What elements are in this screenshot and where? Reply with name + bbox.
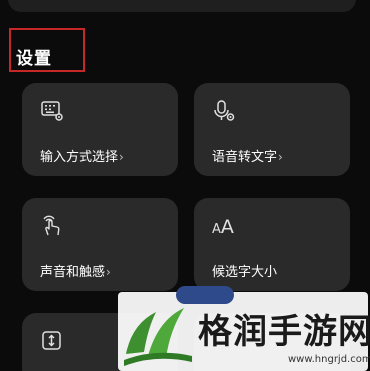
font-size-icon: AA [212,216,234,238]
tile-label: 声音和触感› [40,265,111,280]
watermark-logo-icon [124,308,192,366]
watermark-url: www.hngrjd.com [288,354,370,365]
touch-vibration-icon [43,215,60,236]
vertical-resize-icon [42,331,61,350]
tile-speech-to-text[interactable]: 语音转文字› [194,83,350,176]
tile-candidate-size[interactable]: AA 候选字大小 [194,198,350,291]
watermark-title: 格润手游网 [198,312,370,352]
tile-label: 语音转文字› [212,150,283,165]
microphone-settings-icon [214,100,235,121]
chevron-right-icon: › [119,150,124,164]
chevron-right-icon: › [106,265,111,279]
tile-label: 候选字大小 [212,265,278,280]
tile-sound-haptics[interactable]: 声音和触感› [22,198,178,291]
previous-card [8,0,356,12]
chevron-right-icon: › [278,150,283,164]
highlight-annotation-box [9,28,85,72]
tile-input-method[interactable]: 输入方式选择› [22,83,178,176]
tile-label: 输入方式选择› [40,150,124,165]
keyboard-settings-icon [41,101,63,121]
watermark: 格润手游网 www.hngrjd.com [118,286,370,371]
